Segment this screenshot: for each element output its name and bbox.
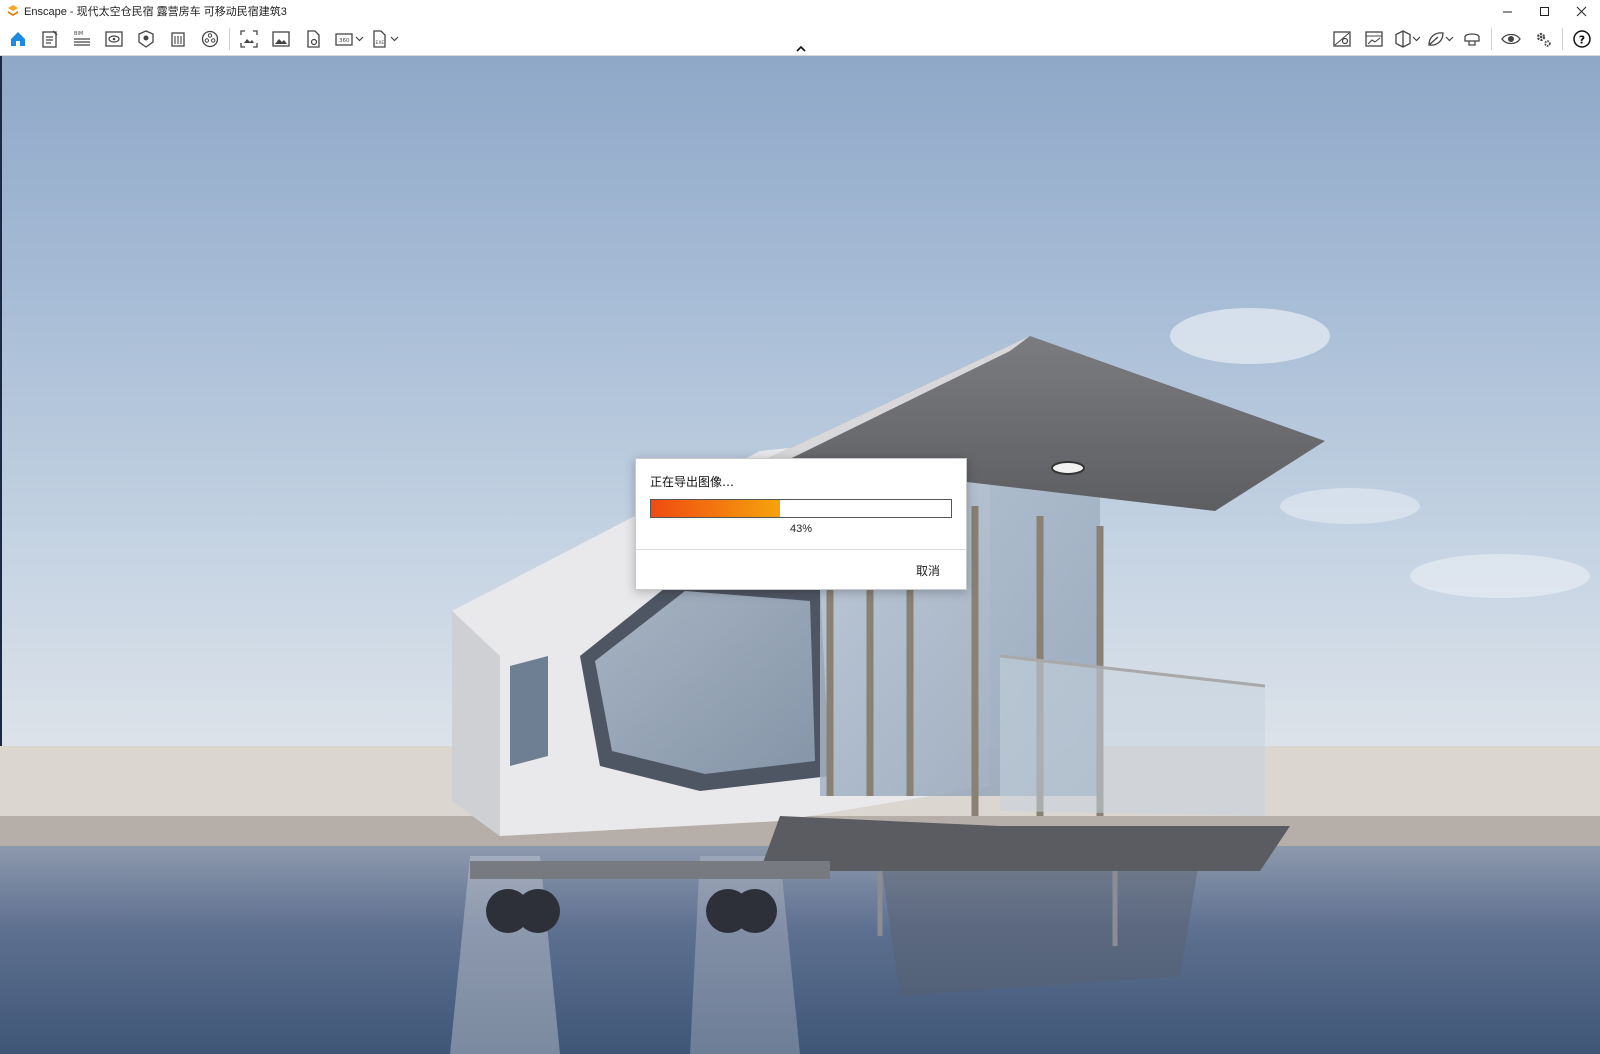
building-icon (171, 31, 185, 47)
maximize-button[interactable] (1526, 0, 1563, 22)
image-icon (272, 30, 290, 47)
materials-icon (201, 30, 219, 47)
panorama-360-button[interactable]: 360 (329, 22, 359, 55)
settings-icon (1536, 32, 1551, 47)
visual-settings-icon (1501, 33, 1521, 44)
export-file-icon (307, 29, 320, 48)
close-button[interactable] (1563, 0, 1600, 22)
svg-text:BIM: BIM (74, 31, 83, 37)
screenshot-icon (240, 29, 258, 48)
home-icon (11, 31, 25, 46)
export-file-button[interactable] (297, 22, 329, 55)
leaf-button[interactable] (1423, 22, 1449, 55)
help-button[interactable]: ? (1566, 22, 1598, 55)
bim-icon: BIM (74, 31, 90, 46)
minimize-button[interactable] (1489, 0, 1526, 22)
window-controls (1489, 0, 1600, 22)
exe-export-button[interactable]: EXE (366, 22, 394, 55)
visual-settings-button[interactable] (1495, 22, 1527, 55)
dialog-divider (636, 549, 966, 550)
render-viewport[interactable]: 正在导出图像… 43% 取消 (0, 56, 1600, 1054)
building-button[interactable] (162, 22, 194, 55)
exe-export-icon: EXE (373, 29, 386, 48)
materials-button[interactable] (194, 22, 226, 55)
home-button[interactable] (2, 22, 34, 55)
notes-icon (42, 30, 58, 48)
cube-view-button[interactable] (1390, 22, 1416, 55)
toolbar-left-group: BIM 360 EXE (2, 22, 401, 55)
export-progress-dialog: 正在导出图像… 43% 取消 (635, 458, 967, 590)
screenshot-button[interactable] (233, 22, 265, 55)
enscape-logo-icon (8, 5, 18, 16)
gallery-button[interactable] (1358, 22, 1390, 55)
asset-library-icon (138, 29, 154, 48)
collapse-toolbar-chevron-icon[interactable] (794, 44, 808, 54)
image-button[interactable] (265, 22, 297, 55)
view-icon (105, 30, 123, 47)
notes-button[interactable] (34, 22, 66, 55)
vr-headset-icon (1464, 32, 1480, 46)
svg-text:?: ? (1579, 33, 1585, 46)
svg-text:360: 360 (339, 38, 350, 44)
maximize-icon (1540, 6, 1549, 16)
map-icon (1333, 30, 1351, 47)
minimize-icon (1503, 11, 1512, 12)
view-button[interactable] (98, 22, 130, 55)
window-title: Enscape - 现代太空仓民宿 露营房车 可移动民宿建筑3 (24, 6, 287, 18)
asset-library-button[interactable] (130, 22, 162, 55)
progress-percentage: 43% (789, 523, 813, 535)
leaf-icon (1428, 31, 1444, 46)
bim-button[interactable]: BIM (66, 22, 98, 55)
cancel-button[interactable]: 取消 (916, 562, 940, 579)
title-bar: Enscape - 现代太空仓民宿 露营房车 可移动民宿建筑3 (0, 0, 1600, 22)
help-icon: ? (1573, 29, 1591, 48)
dialog-title: 正在导出图像… (650, 475, 735, 489)
progress-bar-fill (651, 500, 780, 517)
gallery-icon (1365, 30, 1383, 47)
settings-button[interactable] (1527, 22, 1559, 55)
panorama-360-icon: 360 (335, 32, 353, 46)
progress-bar (650, 499, 952, 518)
toolbar-separator (229, 27, 230, 50)
cube-view-icon (1395, 29, 1411, 48)
map-button[interactable] (1326, 22, 1358, 55)
close-icon (1576, 6, 1587, 16)
toolbar-separator (1562, 27, 1563, 50)
vr-headset-button[interactable] (1456, 22, 1488, 55)
toolbar-separator (1491, 27, 1492, 50)
svg-text:EXE: EXE (376, 40, 385, 46)
toolbar-right-group: ? (1326, 22, 1598, 55)
